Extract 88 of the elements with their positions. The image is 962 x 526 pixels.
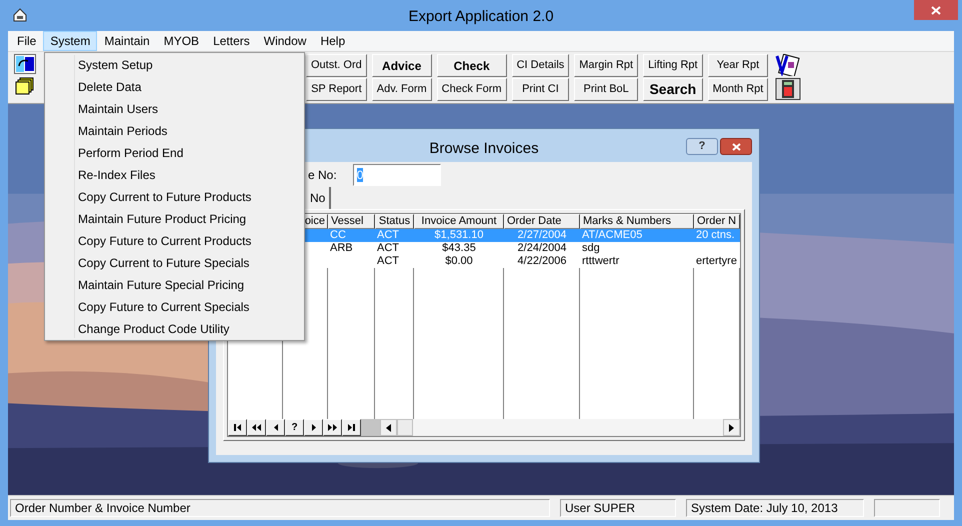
column-header: Vessel [328,214,375,229]
menu-item[interactable]: Copy Future to Current Specials [45,296,304,318]
table-cell: $0.00 [445,255,473,267]
toolbar-button[interactable]: Lifting Rpt [643,54,703,77]
table-cell: 2/27/2004 [518,229,566,241]
menu-bar-item[interactable]: System [43,31,98,51]
table-cell: ACT [377,255,399,267]
table-cell: ACT [377,229,399,241]
toolbar-button[interactable]: Print BoL [574,78,638,101]
navigator-button[interactable]: ? [285,419,304,436]
menu-bar-item[interactable]: MYOB [156,31,206,51]
table-cell: ertertyre [696,255,737,267]
toolbar-button[interactable]: Advice [372,54,432,77]
next-page-icon [328,423,338,432]
menu-item[interactable]: Change Product Code Utility [45,318,304,340]
table-cell: 2/24/2004 [518,242,566,254]
column-header: Status [375,214,414,229]
navigator-button[interactable] [304,419,323,436]
table-cell: AT/ACME05 [582,229,642,241]
menu-item[interactable]: Copy Current to Future Products [45,186,304,208]
table-cell: 4/22/2006 [518,255,566,267]
document-icon[interactable] [775,54,802,76]
menu-item[interactable]: Perform Period End [45,142,304,164]
toolbar-button[interactable]: Check Form [436,78,507,101]
menu-item[interactable]: Maintain Periods [45,120,304,142]
folders-icon[interactable] [14,76,36,96]
toolbar-button[interactable]: Margin Rpt [574,54,638,77]
menu-bar-item[interactable]: Letters [206,31,257,51]
left-arrow-icon [386,424,391,432]
window-title: Export Application 2.0 [408,7,554,27]
refresh-icon[interactable] [14,54,36,74]
first-icon [232,423,242,432]
menu-item[interactable]: Copy Current to Future Specials [45,252,304,274]
close-button[interactable] [720,138,752,155]
app-logo-icon [12,8,28,22]
right-arrow-icon [729,424,734,432]
toolbar-button[interactable]: SP Report [306,78,367,101]
toolbar-button[interactable]: Month Rpt [708,78,768,101]
menu-item[interactable]: Delete Data [45,76,304,98]
help-button[interactable]: ? [686,138,718,155]
scroll-thumb[interactable] [397,419,413,436]
toolbar-button[interactable]: Check [436,54,507,77]
toolbar-button[interactable]: Search [643,78,703,101]
navigator-button[interactable] [266,419,285,436]
menu-item[interactable]: Re-Index Files [45,164,304,186]
prev-page-icon [252,423,262,432]
column-header: Marks & Numbers [580,214,694,229]
column-header: Invoice Amount [414,214,504,229]
status-pane [874,499,940,517]
table-cell: $43.35 [442,242,476,254]
status-pane: System Date: July 10, 2013 [686,499,864,517]
table-cell: $1,531.10 [434,229,484,241]
status-pane: User SUPER [560,499,676,517]
table-cell: sdg [582,242,600,254]
menu-bar-item[interactable]: Maintain [97,31,157,51]
menu-bar-item[interactable]: File [10,31,44,51]
navigator-button[interactable] [323,419,342,436]
menu-bar-item[interactable]: Window [256,31,314,51]
calculator-icon[interactable] [775,78,802,100]
scroll-right-button[interactable] [723,419,740,436]
table-cell: ACT [377,242,399,254]
table-cell: rtttwertr [582,255,620,267]
close-icon [931,6,941,14]
menu-item[interactable]: Maintain Future Special Pricing [45,274,304,296]
toolbar-button[interactable]: Outst. Ord [306,54,367,77]
table-cell: 20 ctns. [696,229,735,241]
menu-item[interactable]: System Setup [45,54,304,76]
toolbar-button[interactable]: Year Rpt [708,54,768,77]
scroll-left-button[interactable] [380,419,397,436]
status-pane: Order Number & Invoice Number [10,499,550,517]
close-button[interactable] [914,0,958,20]
menu-bar-item[interactable]: Help [313,31,352,51]
menu-item[interactable]: Maintain Users [45,98,304,120]
column-header: Order N [694,214,740,229]
navigator-button[interactable] [342,419,361,436]
invoice-no-label: e No: [308,167,337,184]
toolbar-button[interactable]: Adv. Form [372,78,432,101]
table-cell: ARB [330,242,353,254]
navigator-button[interactable] [228,419,247,436]
last-icon [346,423,356,432]
toolbar-button[interactable]: CI Details [512,54,570,77]
column-header: Order Date [504,214,580,229]
table-cell: CC [330,229,346,241]
close-icon [732,142,740,150]
navigator-button[interactable] [247,419,266,436]
toolbar-button[interactable]: Print CI [512,78,570,101]
grid-corner [361,419,380,436]
dialog-title: Browse Invoices [429,139,539,159]
